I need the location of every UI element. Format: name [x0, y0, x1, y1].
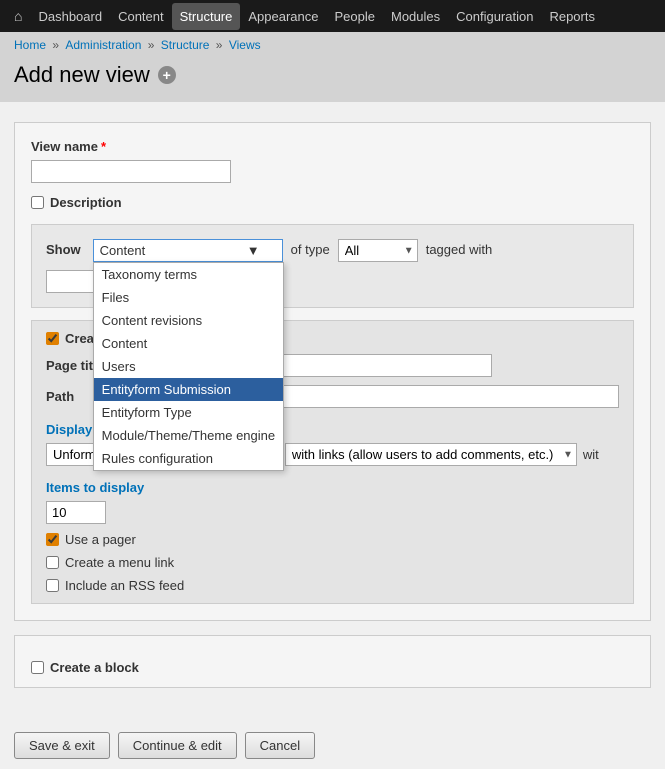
menu-item-entityform-type[interactable]: Entityform Type	[94, 401, 283, 424]
items-section: Items to display	[46, 480, 619, 524]
menu-item-entityform-submission[interactable]: Entityform Submission	[94, 378, 283, 401]
show-dropdown-menu: Taxonomy terms Files Content revisions C…	[93, 262, 284, 471]
nav-item-reports[interactable]: Reports	[541, 3, 603, 30]
create-menu-link-label: Create a menu link	[65, 555, 174, 570]
create-menu-link-checkbox[interactable]	[46, 556, 59, 569]
dropdown-arrow-icon: ▼	[247, 243, 260, 258]
items-input[interactable]	[46, 501, 106, 524]
menu-item-module-theme[interactable]: Module/Theme/Theme engine	[94, 424, 283, 447]
main-content: View name* Description Show Content ▼ Ta…	[0, 102, 665, 722]
view-name-label: View name*	[31, 139, 634, 154]
tagged-with-label: tagged with	[426, 239, 493, 257]
create-block-section: Create a block	[14, 635, 651, 688]
bottom-buttons: Save & exit Continue & edit Cancel	[0, 722, 665, 769]
include-rss-checkbox[interactable]	[46, 579, 59, 592]
description-label[interactable]: Description	[31, 195, 634, 210]
create-menu-link-row: Create a menu link	[46, 555, 619, 570]
top-navigation: ⌂ Dashboard Content Structure Appearance…	[0, 0, 665, 32]
of-type-label: of type	[291, 239, 330, 257]
breadcrumb-views[interactable]: Views	[229, 38, 261, 52]
show-row: Show Content ▼ Taxonomy terms Files Cont…	[31, 224, 634, 308]
breadcrumb: Home » Administration » Structure » View…	[0, 32, 665, 58]
page-title: Add new view	[14, 62, 150, 88]
items-label: Items to display	[46, 480, 619, 495]
menu-item-files[interactable]: Files	[94, 286, 283, 309]
main-form-section: View name* Description Show Content ▼ Ta…	[14, 122, 651, 621]
with-extra-label: wit	[583, 447, 599, 462]
nav-item-configuration[interactable]: Configuration	[448, 3, 541, 30]
menu-item-rules-config[interactable]: Rules configuration	[94, 447, 283, 470]
path-label: Path	[46, 389, 86, 404]
continue-edit-button[interactable]: Continue & edit	[118, 732, 237, 759]
nav-item-people[interactable]: People	[327, 3, 383, 30]
with-dropdown[interactable]: with links (allow users to add comments,…	[285, 443, 577, 466]
add-icon[interactable]: +	[158, 66, 176, 84]
show-label: Show	[46, 239, 81, 257]
use-pager-label: Use a pager	[65, 532, 136, 547]
cancel-button[interactable]: Cancel	[245, 732, 315, 759]
show-dropdown-button[interactable]: Content ▼	[93, 239, 283, 262]
menu-item-users[interactable]: Users	[94, 355, 283, 378]
nav-item-dashboard[interactable]: Dashboard	[30, 3, 110, 30]
menu-item-content-revisions[interactable]: Content revisions	[94, 309, 283, 332]
save-exit-button[interactable]: Save & exit	[14, 732, 110, 759]
nav-item-modules[interactable]: Modules	[383, 3, 448, 30]
view-name-input[interactable]	[31, 160, 231, 183]
include-rss-row: Include an RSS feed	[46, 578, 619, 593]
page-header: Add new view +	[0, 58, 665, 102]
type-dropdown-wrapper: All ▼	[338, 239, 418, 262]
breadcrumb-administration[interactable]: Administration	[65, 38, 141, 52]
nav-item-content[interactable]: Content	[110, 3, 172, 30]
description-checkbox[interactable]	[31, 196, 44, 209]
use-pager-row: Use a pager	[46, 532, 619, 547]
create-page-checkbox[interactable]	[46, 332, 59, 345]
menu-item-content[interactable]: Content	[94, 332, 283, 355]
nav-item-appearance[interactable]: Appearance	[240, 3, 326, 30]
include-rss-label: Include an RSS feed	[65, 578, 184, 593]
with-dropdown-wrapper: with links (allow users to add comments,…	[285, 443, 577, 466]
breadcrumb-structure[interactable]: Structure	[161, 38, 210, 52]
use-pager-checkbox[interactable]	[46, 533, 59, 546]
create-block-label[interactable]: Create a block	[31, 660, 634, 675]
show-dropdown-wrapper: Content ▼ Taxonomy terms Files Content r…	[93, 239, 283, 262]
nav-item-structure[interactable]: Structure	[172, 3, 241, 30]
create-block-checkbox[interactable]	[31, 661, 44, 674]
home-icon[interactable]: ⌂	[6, 2, 30, 30]
menu-item-taxonomy[interactable]: Taxonomy terms	[94, 263, 283, 286]
breadcrumb-home[interactable]: Home	[14, 38, 46, 52]
type-dropdown[interactable]: All	[338, 239, 418, 262]
